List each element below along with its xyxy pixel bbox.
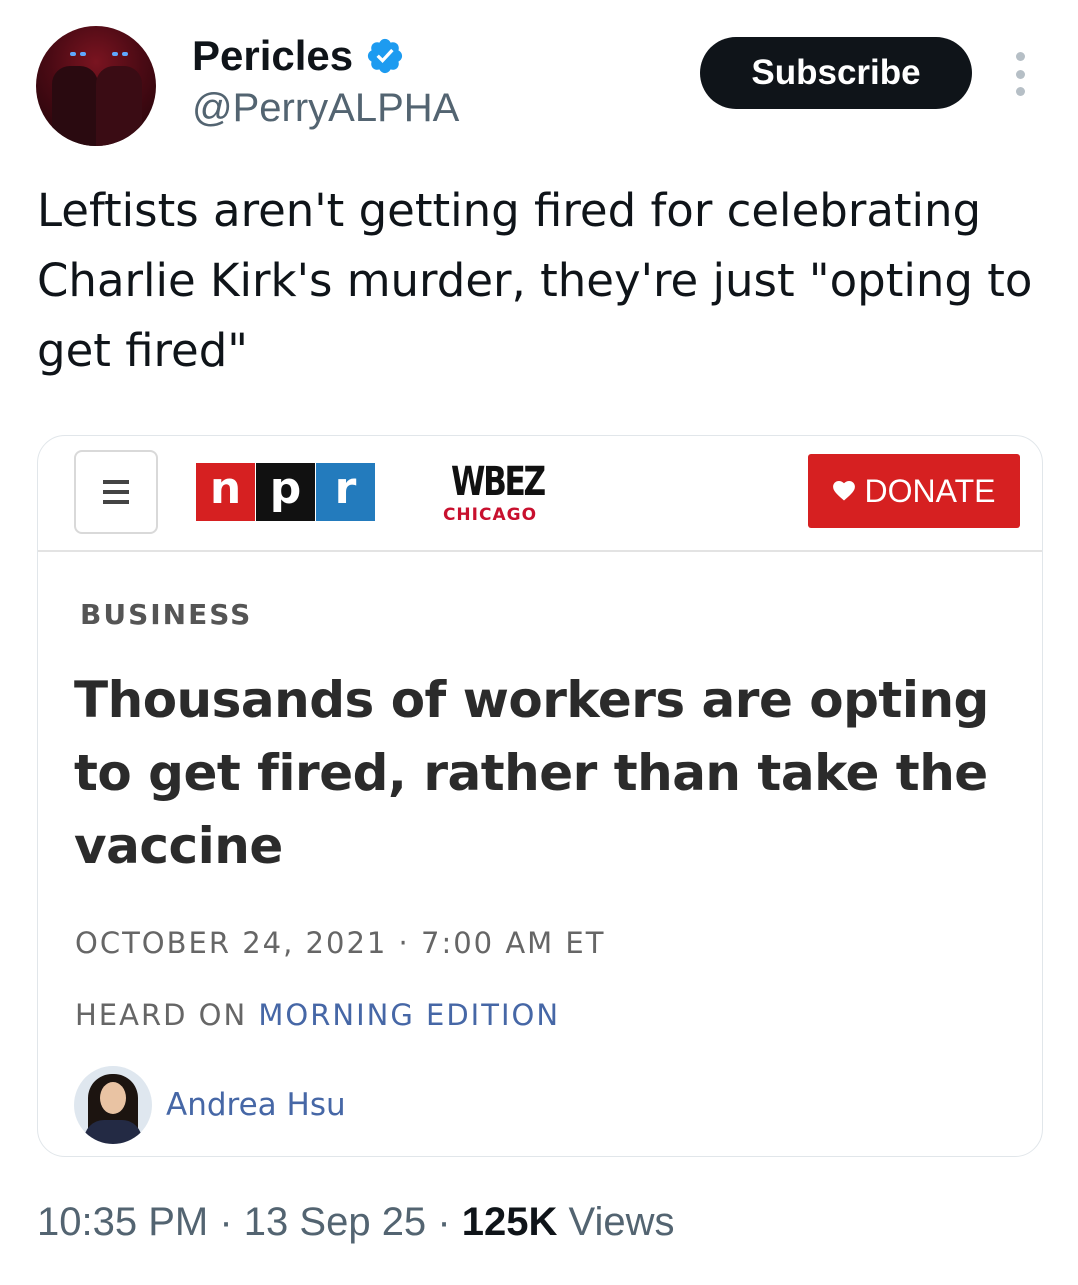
author-display-name[interactable]: Pericles [192,32,353,80]
avatar-eye-glow [112,52,118,56]
tweet-text: Leftists aren't getting fired for celebr… [37,184,1033,377]
views-count[interactable]: 125K [462,1200,558,1244]
tweet-date[interactable]: 13 Sep 25 [244,1200,426,1244]
more-vertical-icon[interactable] [1010,52,1030,96]
npr-logo-p: p [256,463,315,521]
article-section-label[interactable]: BUSINESS [80,598,252,631]
heard-on-prefix: HEARD ON [75,998,259,1032]
meta-separator: · [437,1200,451,1244]
menu-bar [103,480,129,484]
author-byline[interactable]: Andrea Hsu [74,1066,346,1144]
avatar-figure-right [96,66,142,146]
avatar-eye-glow [122,52,128,56]
avatar-eye-glow [80,52,86,56]
tweet-time[interactable]: 10:35 PM [37,1200,208,1244]
meta-separator: · [219,1200,233,1244]
article-dateline: OCTOBER 24, 2021 · 7:00 AM ET [75,926,606,960]
npr-logo-n: n [196,463,255,521]
more-dot [1015,87,1025,96]
views-label: Views [568,1200,675,1244]
tweet-meta: 10:35 PM · 13 Sep 25 · 125K Views [37,1200,675,1245]
author-handle[interactable]: @PerryALPHA [192,86,459,131]
donate-button[interactable]: DONATE [808,454,1020,528]
more-dot [1015,52,1025,61]
npr-logo[interactable]: n p r [196,463,376,521]
author-avatar[interactable] [36,26,156,146]
npr-site-header: n p r WBEZ CHICAGO DONATE [38,436,1042,552]
wbez-logo[interactable]: WBEZ CHICAGO [440,459,546,526]
heart-icon [832,481,855,501]
author-photo-face [100,1082,126,1114]
verified-badge-icon [368,38,403,74]
article-headline[interactable]: Thousands of workers are opting to get f… [74,664,1034,883]
author-name-row[interactable]: Pericles [192,30,405,82]
donate-label: DONATE [864,472,996,509]
menu-bar [103,490,129,494]
hamburger-menu-icon[interactable] [74,450,158,534]
heard-on-line: HEARD ON MORNING EDITION [75,998,560,1032]
author-photo [74,1066,152,1144]
author-photo-body [84,1120,142,1144]
wbez-logo-city: CHICAGO [442,505,538,525]
npr-logo-r: r [316,463,375,521]
article-author-name[interactable]: Andrea Hsu [166,1087,346,1123]
menu-bar [103,500,129,504]
avatar-figure-left [52,66,98,146]
link-preview-card[interactable]: n p r WBEZ CHICAGO DONATE BUSINESS Thous… [37,435,1043,1157]
subscribe-button[interactable]: Subscribe [700,37,972,109]
avatar-eye-glow [70,52,76,56]
more-dot [1015,69,1025,79]
wbez-logo-name: WBEZ [451,459,546,505]
program-link[interactable]: MORNING EDITION [258,998,560,1032]
